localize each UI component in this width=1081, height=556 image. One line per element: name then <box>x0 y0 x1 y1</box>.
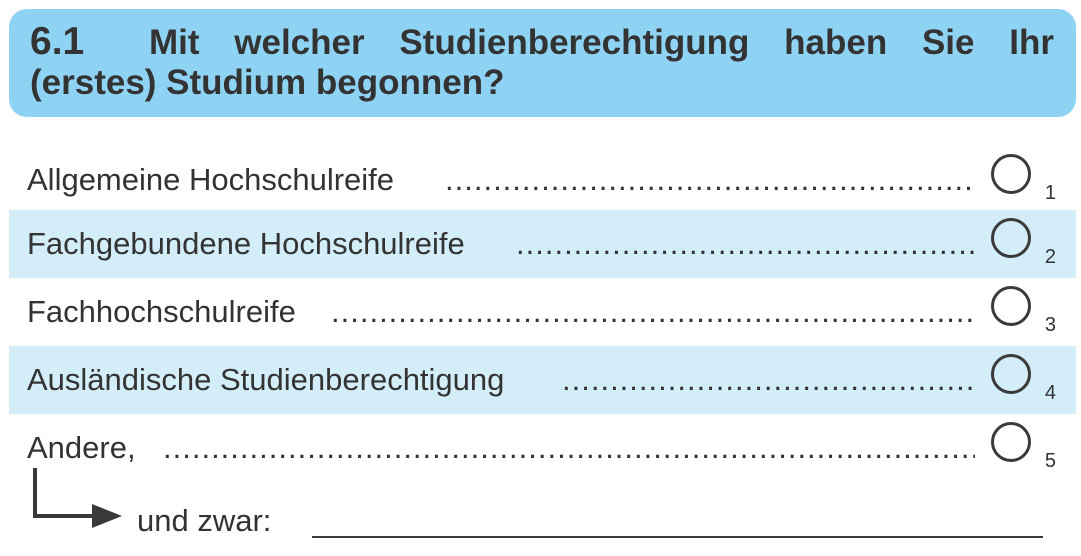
leader-dots: ........................................… <box>331 294 975 329</box>
question-header: 6.1 Mit welcher Studienberechtigung habe… <box>9 9 1076 117</box>
option-code: 2 <box>1044 246 1056 268</box>
other-specify-label: und zwar: <box>137 503 272 538</box>
question-word: welcher <box>234 23 365 62</box>
option-row-auslaendische-studienberechtigung: Ausländische Studienberechtigung .......… <box>9 346 1076 414</box>
leader-dots: ........................................… <box>445 162 975 197</box>
question-word: haben <box>784 23 888 62</box>
corner-arrow-right-icon <box>33 468 122 528</box>
radio-circle-icon[interactable] <box>991 218 1031 258</box>
option-code: 3 <box>1044 314 1056 336</box>
question-title-line1: 6.1 Mit welcher Studienberechtigung habe… <box>30 22 1054 63</box>
radio-circle-icon[interactable] <box>991 354 1031 394</box>
question-word: Studienberechtigung <box>399 23 750 62</box>
question-word: Mit <box>148 23 200 62</box>
option-label: Ausländische Studienberechtigung <box>27 362 505 397</box>
option-row-andere: Andere, ................................… <box>9 414 1076 482</box>
other-specify-input[interactable] <box>312 500 1043 538</box>
radio-circle-icon[interactable] <box>991 286 1031 326</box>
question-title-line2: (erstes) Studium begonnen? <box>30 63 505 102</box>
leader-dots: ........................................… <box>562 362 975 397</box>
option-code: 1 <box>1044 182 1056 204</box>
radio-circle-icon[interactable] <box>991 422 1031 462</box>
option-label: Fachgebundene Hochschulreife <box>27 226 465 261</box>
option-code: 5 <box>1044 450 1056 472</box>
question-number: 6.1 <box>30 20 85 63</box>
option-code: 4 <box>1044 382 1056 404</box>
question-word: Sie <box>921 23 975 62</box>
option-row-fachhochschulreife: Fachhochschulreife .....................… <box>9 278 1076 346</box>
question-word: Ihr <box>1009 23 1054 62</box>
radio-circle-icon[interactable] <box>991 154 1031 194</box>
option-row-fachgebundene-hochschulreife: Fachgebundene Hochschulreife ...........… <box>9 210 1076 278</box>
option-label: Allgemeine Hochschulreife <box>27 162 395 197</box>
option-row-allgemeine-hochschulreife: Allgemeine Hochschulreife ..............… <box>9 146 1076 214</box>
leader-dots: ........................................… <box>163 430 975 465</box>
leader-dots: ........................................… <box>516 226 975 261</box>
option-label: Fachhochschulreife <box>27 294 296 329</box>
